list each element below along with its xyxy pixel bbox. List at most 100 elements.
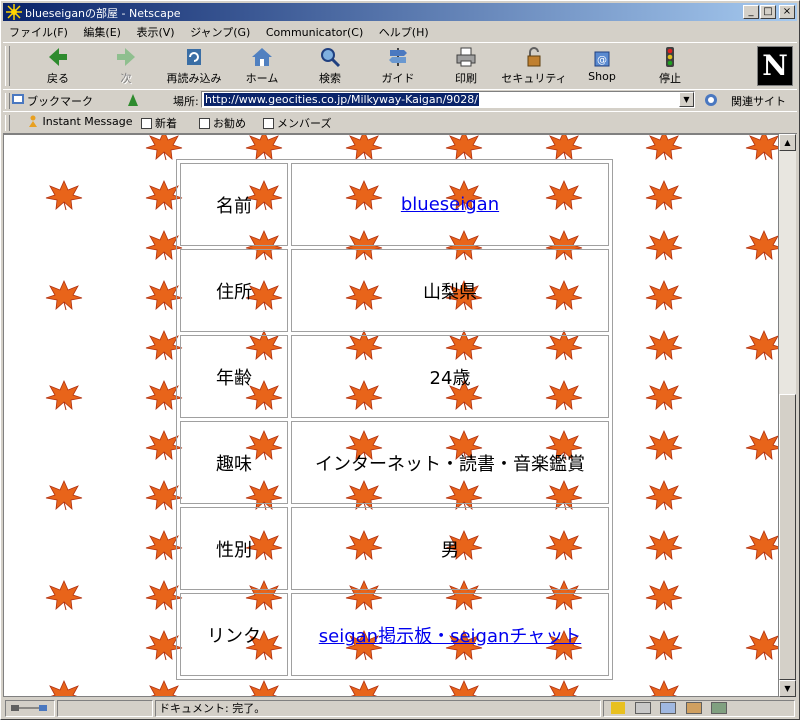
menu-file[interactable]: ファイル(F) (3, 22, 74, 40)
menu-view[interactable]: 表示(V) (130, 22, 180, 40)
maple-leaf-background-icon (144, 135, 184, 161)
url-input[interactable]: http://www.geocities.co.jp/Milkyway-Kaig… (201, 91, 695, 108)
profile-label: 趣味 (180, 421, 288, 504)
personal-item-members[interactable]: メンバーズ (263, 115, 331, 131)
browser-window: blueseiganの部屋 - Netscape _ □ × ファイル(F) 編… (0, 0, 800, 720)
printer-icon (456, 47, 476, 67)
composer-icon[interactable] (711, 702, 727, 714)
maple-leaf-background-icon (444, 679, 484, 696)
menu-help[interactable]: ヘルプ(H) (373, 22, 435, 40)
svg-text:@: @ (597, 55, 607, 66)
maple-leaf-background-icon (344, 679, 384, 696)
scroll-thumb[interactable] (779, 394, 796, 680)
minimize-button[interactable]: _ (743, 5, 759, 19)
profile-table: 名前 blueseigan 住所 山梨県 年齢 24歳 趣味 インターネット・読書・音楽鑑賞性… (176, 159, 613, 680)
maple-leaf-background-icon (444, 135, 484, 161)
vertical-scrollbar[interactable]: ▲ ▼ (779, 134, 796, 697)
stop-button[interactable]: 停止 (637, 46, 703, 86)
profile-row: 性別 男 (180, 507, 609, 590)
instant-message-icon (29, 115, 37, 127)
bookmarks-button[interactable]: ブックマーク (27, 93, 93, 109)
maple-leaf-background-icon (344, 135, 384, 161)
profile-label: リンク (180, 593, 288, 676)
forward-button[interactable]: 次 (93, 46, 159, 86)
search-icon (321, 48, 341, 68)
location-label: 場所: (173, 95, 199, 108)
maple-leaf-background-icon (644, 529, 684, 561)
address-book-icon[interactable] (685, 702, 702, 714)
connection-plug-icon (11, 705, 47, 711)
maximize-button[interactable]: □ (760, 5, 776, 19)
bookmark-page-icon (263, 118, 274, 129)
reload-button[interactable]: 再読み込み (161, 46, 227, 86)
print-button[interactable]: 印刷 (433, 46, 499, 86)
profile-value-cell: blueseigan (291, 163, 609, 246)
menu-communicator[interactable]: Communicator(C) (260, 24, 369, 39)
bookmark-page-icon (199, 118, 210, 129)
instant-message-button[interactable]: Instant Message (27, 115, 133, 128)
menu-edit[interactable]: 編集(E) (77, 22, 127, 40)
component-bar (603, 700, 795, 717)
home-button[interactable]: ホーム (229, 46, 295, 86)
bookmark-page-icon (141, 118, 152, 129)
status-bar: ドキュメント: 完了。 (3, 699, 797, 719)
maple-leaf-background-icon (744, 135, 778, 161)
profile-value-cell: 24歳 (291, 335, 609, 418)
location-toolbar: ブックマーク 場所: http://www.geocities.co.jp/Mi… (3, 89, 797, 112)
maple-leaf-background-icon (744, 429, 778, 461)
url-dropdown-button[interactable]: ▼ (679, 92, 694, 107)
maple-leaf-background-icon (744, 329, 778, 361)
profile-value: 男 (441, 539, 459, 561)
reload-icon (187, 49, 201, 65)
menu-bar: ファイル(F) 編集(E) 表示(V) ジャンプ(G) Communicator… (3, 22, 797, 41)
menu-go[interactable]: ジャンプ(G) (184, 22, 256, 40)
shop-button[interactable]: @ Shop (569, 46, 635, 86)
toolbar-grip[interactable] (5, 93, 10, 109)
maple-leaf-background-icon (644, 579, 684, 611)
page-content: 名前 blueseigan 住所 山梨県 年齢 24歳 趣味 インターネット・読書・音楽鑑賞性… (3, 134, 779, 697)
bookmarks-icon (12, 94, 24, 104)
maple-leaf-background-icon (44, 179, 84, 211)
related-sites-button[interactable]: 関連サイト (731, 93, 786, 109)
guide-signpost-icon (389, 48, 407, 66)
profile-value-cell: インターネット・読書・音楽鑑賞 (291, 421, 609, 504)
netscape-app-icon (6, 4, 22, 20)
search-button[interactable]: 検索 (297, 46, 363, 86)
navigator-icon[interactable] (611, 702, 625, 714)
maple-leaf-background-icon (44, 579, 84, 611)
page-proxy-icon[interactable] (125, 92, 141, 108)
maple-leaf-background-icon (744, 229, 778, 261)
maple-leaf-background-icon (544, 135, 584, 161)
padlock-icon (527, 47, 541, 67)
progress-panel (57, 700, 153, 717)
profile-link[interactable]: seigan掲示板・seiganチャット (319, 626, 581, 647)
mail-icon[interactable] (634, 702, 651, 714)
profile-row: 名前 blueseigan (180, 163, 609, 246)
stop-traffic-light-icon (666, 47, 674, 67)
maple-leaf-background-icon (644, 679, 684, 696)
maple-leaf-background-icon (44, 679, 84, 696)
maple-leaf-background-icon (44, 479, 84, 511)
profile-row: リンク seigan掲示板・seiganチャット (180, 593, 609, 676)
profile-link[interactable]: blueseigan (401, 194, 499, 215)
profile-row: 住所 山梨県 (180, 249, 609, 332)
personal-item-recommended[interactable]: お勧め (199, 115, 246, 131)
netscape-logo[interactable]: N (757, 46, 793, 86)
maple-leaf-background-icon (644, 229, 684, 261)
guide-button[interactable]: ガイド (365, 46, 431, 86)
toolbar-grip[interactable] (5, 46, 10, 86)
close-button[interactable]: × (779, 5, 795, 19)
back-button[interactable]: 戻る (25, 46, 91, 86)
security-button[interactable]: セキュリティ (501, 46, 567, 86)
scroll-up-button[interactable]: ▲ (779, 134, 796, 151)
personal-item-new[interactable]: 新着 (141, 115, 177, 131)
scroll-down-button[interactable]: ▼ (779, 680, 796, 697)
profile-value: インターネット・読書・音楽鑑賞 (315, 453, 585, 475)
news-icon[interactable] (660, 702, 676, 714)
toolbar-grip[interactable] (5, 115, 10, 131)
maple-leaf-background-icon (644, 135, 684, 161)
maple-leaf-background-icon (544, 679, 584, 696)
related-sites-icon (705, 94, 717, 106)
personal-toolbar: Instant Message 新着 お勧め メンバーズ (3, 111, 797, 134)
profile-value-cell: seigan掲示板・seiganチャット (291, 593, 609, 676)
